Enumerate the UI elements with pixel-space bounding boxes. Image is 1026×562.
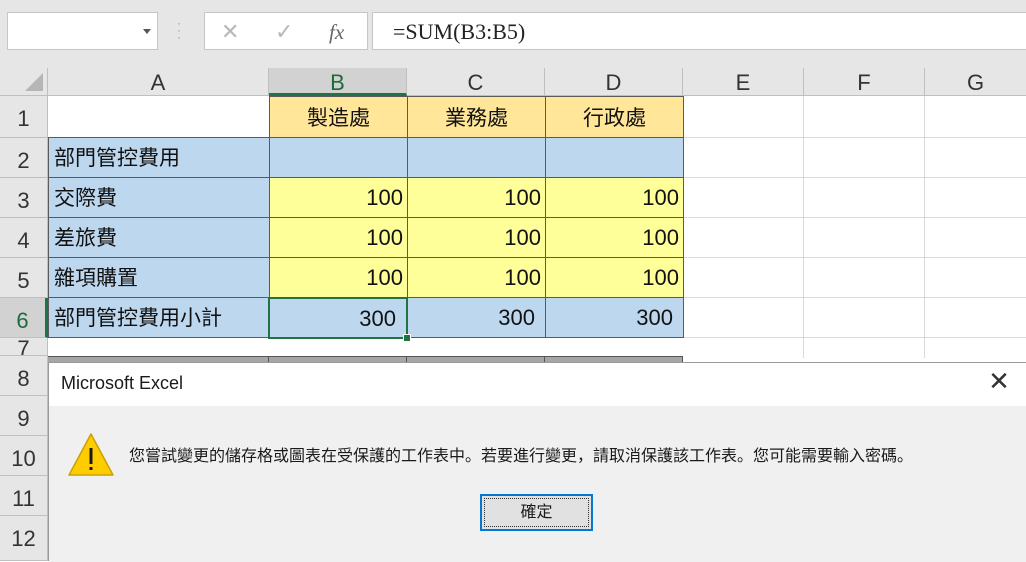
enter-icon[interactable]: ✓ — [275, 19, 293, 45]
cell-a2[interactable]: 部門管控費用 — [48, 137, 270, 178]
cell-b1[interactable]: 製造處 — [269, 96, 408, 138]
dialog-title: Microsoft Excel — [61, 373, 184, 393]
cell-c2[interactable] — [407, 137, 546, 178]
chevron-down-icon[interactable] — [143, 29, 151, 34]
column-header-a[interactable]: A — [48, 68, 269, 96]
gridline — [683, 137, 1026, 138]
formula-bar: · · · ✕ ✓ fx =SUM(B3:B5) — [0, 0, 1026, 68]
row-header-8[interactable]: 8 — [0, 356, 48, 396]
row-header-10[interactable]: 10 — [0, 436, 48, 476]
row-header-11[interactable]: 11 — [0, 476, 48, 516]
cell-c6[interactable]: 300 — [407, 297, 546, 338]
row-header-7[interactable]: 7 — [0, 338, 48, 356]
column-header-e[interactable]: E — [683, 68, 804, 96]
row-header-5[interactable]: 5 — [0, 258, 48, 298]
gridline — [683, 297, 1026, 298]
column-header-c[interactable]: C — [407, 68, 545, 96]
cell-c3[interactable]: 100 — [407, 177, 546, 218]
cell-b5[interactable]: 100 — [269, 257, 408, 298]
gridline — [683, 217, 1026, 218]
ok-button[interactable]: 確定 — [480, 494, 593, 531]
column-header-d[interactable]: D — [545, 68, 683, 96]
cancel-icon[interactable]: ✕ — [221, 19, 239, 45]
cell-d4[interactable]: 100 — [545, 217, 684, 258]
gridline — [803, 96, 804, 358]
row-header-9[interactable]: 9 — [0, 396, 48, 436]
cell-d5[interactable]: 100 — [545, 257, 684, 298]
cell-b2[interactable] — [269, 137, 408, 178]
cell-c4[interactable]: 100 — [407, 217, 546, 258]
row-header-2[interactable]: 2 — [0, 138, 48, 178]
cell-a5[interactable]: 雜項購置 — [48, 257, 270, 298]
cell-b3[interactable]: 100 — [269, 177, 408, 218]
cell-b4[interactable]: 100 — [269, 217, 408, 258]
cell-b6-active[interactable]: 300 — [268, 297, 408, 339]
gridline — [683, 177, 1026, 178]
dialog-body: 您嘗試變更的儲存格或圖表在受保護的工作表中。若要進行變更，請取消保護該工作表。您… — [49, 406, 1026, 562]
cell-d2[interactable] — [545, 137, 684, 178]
formula-bar-grip-icon[interactable]: · · · — [176, 17, 182, 43]
cell-a3[interactable]: 交際費 — [48, 177, 270, 218]
cell-c5[interactable]: 100 — [407, 257, 546, 298]
gridline — [683, 337, 1026, 338]
row-header-4[interactable]: 4 — [0, 218, 48, 258]
cell-c1[interactable]: 業務處 — [407, 96, 546, 138]
select-all-button[interactable] — [0, 68, 48, 96]
cell-d1[interactable]: 行政處 — [545, 96, 684, 138]
protected-sheet-dialog: Microsoft Excel ✕ 您嘗試變更的儲存格或圖表在受保護的工作表中。… — [48, 362, 1026, 562]
row-header-1[interactable]: 1 — [0, 96, 48, 138]
insert-function-icon[interactable]: fx — [329, 20, 344, 45]
column-header-b[interactable]: B — [269, 68, 407, 96]
gridline — [924, 96, 925, 358]
row-header-12[interactable]: 12 — [0, 516, 48, 561]
formula-buttons: ✕ ✓ fx — [204, 12, 368, 50]
row-header-6[interactable]: 6 — [0, 298, 48, 338]
cell-a6[interactable]: 部門管控費用小計 — [48, 297, 270, 338]
row-header-3[interactable]: 3 — [0, 178, 48, 218]
column-header-f[interactable]: F — [804, 68, 925, 96]
gridline — [683, 257, 1026, 258]
dialog-message: 您嘗試變更的儲存格或圖表在受保護的工作表中。若要進行變更，請取消保護該工作表。您… — [129, 446, 914, 465]
close-icon[interactable]: ✕ — [986, 369, 1012, 395]
warning-triangle-icon — [68, 433, 114, 476]
cell-d3[interactable]: 100 — [545, 177, 684, 218]
cell-d6[interactable]: 300 — [545, 297, 684, 338]
fill-handle[interactable] — [403, 334, 411, 342]
cell-a4[interactable]: 差旅費 — [48, 217, 270, 258]
column-header-g[interactable]: G — [925, 68, 1026, 96]
formula-input[interactable]: =SUM(B3:B5) — [372, 12, 1026, 50]
name-box[interactable] — [7, 12, 158, 50]
